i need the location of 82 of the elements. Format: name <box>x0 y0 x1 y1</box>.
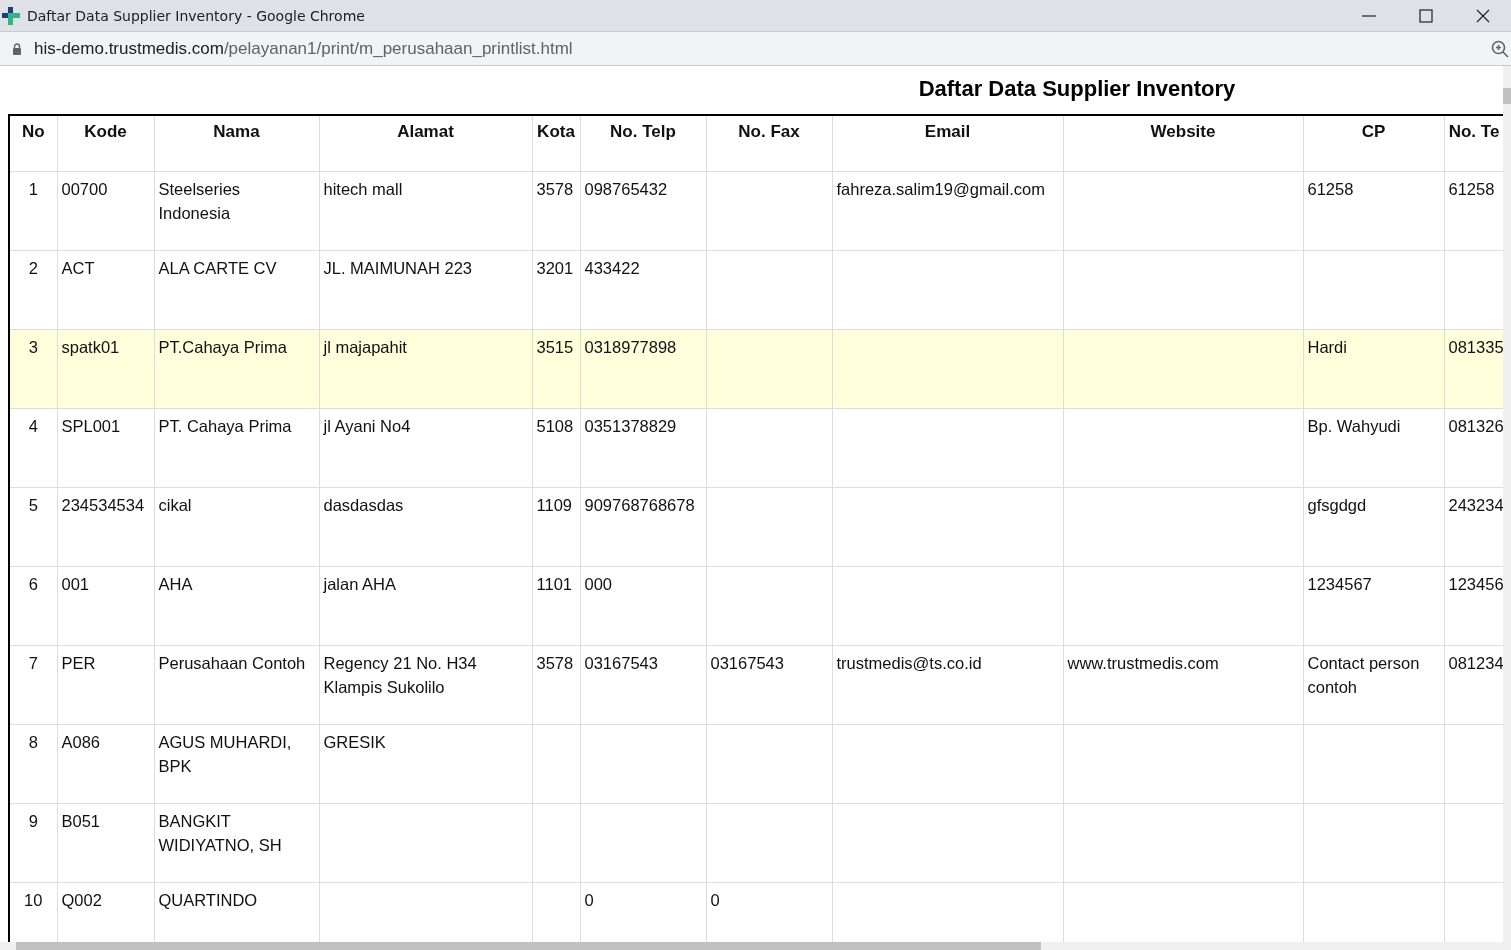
table-cell: AHA <box>154 566 319 646</box>
table-cell: 0351378829 <box>580 408 706 488</box>
table-cell: 3 <box>9 329 57 409</box>
table-cell: ACT <box>57 250 154 330</box>
table-cell: 909768768678 <box>580 487 706 567</box>
maximize-icon <box>1418 8 1433 23</box>
column-header: Alamat <box>319 115 532 172</box>
table-cell: BANGKIT WIDIYATNO, SH <box>154 803 319 883</box>
table-cell: 2 <box>9 250 57 330</box>
table-cell: Regency 21 No. H34 Klampis Sukolilo <box>319 645 532 725</box>
table-cell: 098765432 <box>580 171 706 251</box>
lock-icon <box>12 42 22 55</box>
column-header: Kode <box>57 115 154 172</box>
table-cell: dasdasdas <box>319 487 532 567</box>
table-cell: 433422 <box>580 250 706 330</box>
table-cell: PT.Cahaya Prima <box>154 329 319 409</box>
table-cell: AGUS MUHARDI, BPK <box>154 724 319 804</box>
table-cell: 3515 <box>532 329 580 409</box>
table-cell: 0318977898 <box>580 329 706 409</box>
table-cell: 4 <box>9 408 57 488</box>
table-cell: hitech mall <box>319 171 532 251</box>
table-cell: 03167543 <box>706 645 832 725</box>
close-icon <box>1475 8 1490 23</box>
table-cell: trustmedis@ts.co.id <box>832 645 1063 725</box>
table-cell: 001 <box>57 566 154 646</box>
table-cell: 5108 <box>532 408 580 488</box>
scrollbar-thumb[interactable] <box>16 942 1041 950</box>
table-cell: jalan AHA <box>319 566 532 646</box>
page-heading: Daftar Data Supplier Inventory <box>917 75 1237 103</box>
table-cell: Perusahaan Contoh <box>154 645 319 725</box>
horizontal-scrollbar[interactable] <box>0 942 1511 950</box>
table-cell: GRESIK <box>319 724 532 804</box>
column-header: Kota <box>532 115 580 172</box>
table-cell: 8 <box>9 724 57 804</box>
table-cell: 1109 <box>532 487 580 567</box>
table-cell: 1 <box>9 171 57 251</box>
scrollbar-thumb[interactable] <box>1503 88 1511 104</box>
table-cell: 03167543 <box>580 645 706 725</box>
table-cell: 000 <box>580 566 706 646</box>
table-cell: JL. MAIMUNAH 223 <box>319 250 532 330</box>
table-cell: fahreza.salim19@gmail.com <box>832 171 1063 251</box>
table-cell: SPL001 <box>57 408 154 488</box>
table-cell: A086 <box>57 724 154 804</box>
table-cell: PT. Cahaya Prima <box>154 408 319 488</box>
table-cell: jl Ayani No4 <box>319 408 532 488</box>
table-cell: Bp. Wahyudi <box>1303 408 1444 488</box>
table-cell: Steelseries Indonesia <box>154 171 319 251</box>
table-cell: 1101 <box>532 566 580 646</box>
column-header: CP <box>1303 115 1444 172</box>
window-title: Daftar Data Supplier Inventory - Google Chrome <box>27 7 365 24</box>
minimize-icon <box>1361 14 1376 17</box>
table-cell: spatk01 <box>57 329 154 409</box>
column-header: No. Telp <box>580 115 706 172</box>
table-cell: 61258 <box>1303 171 1444 251</box>
table-cell: 5 <box>9 487 57 567</box>
column-header: No <box>9 115 57 172</box>
table-cell: B051 <box>57 803 154 883</box>
table-cell: jl majapahit <box>319 329 532 409</box>
table-cell: 081335 <box>1444 329 1503 409</box>
table-cell: 00700 <box>57 171 154 251</box>
table-cell: 7 <box>9 645 57 725</box>
table-cell: PER <box>57 645 154 725</box>
table-cell: www.trustmedis.com <box>1063 645 1303 725</box>
table-cell: gfsgdgd <box>1303 487 1444 567</box>
table-cell: 1234567 <box>1303 566 1444 646</box>
zoom-icon[interactable] <box>1491 39 1509 58</box>
vertical-scrollbar[interactable] <box>1503 66 1511 942</box>
column-header: No. Fax <box>706 115 832 172</box>
table-cell: 3201 <box>532 250 580 330</box>
table-cell: 234534534 <box>57 487 154 567</box>
table-cell: cikal <box>154 487 319 567</box>
table-cell: 9 <box>9 803 57 883</box>
table-cell: 3578 <box>532 645 580 725</box>
app-logo-icon <box>1 5 21 26</box>
table-cell: 6 <box>9 566 57 646</box>
column-header: Website <box>1063 115 1303 172</box>
table-cell: ALA CARTE CV <box>154 250 319 330</box>
table-cell: Contact person contoh <box>1303 645 1444 725</box>
column-header: Nama <box>154 115 319 172</box>
column-header: Email <box>832 115 1063 172</box>
table-cell: Hardi <box>1303 329 1444 409</box>
table-cell: 3578 <box>532 171 580 251</box>
